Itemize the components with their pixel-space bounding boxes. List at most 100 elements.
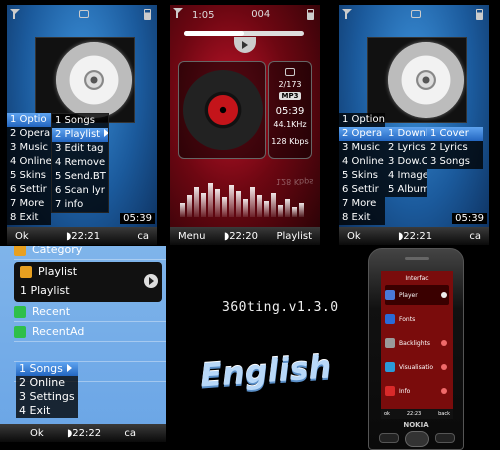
status-bar	[7, 5, 157, 23]
selected-row[interactable]: Playlist 1 Playlist	[14, 262, 162, 302]
submenu-item[interactable]: 3 Songs	[427, 155, 483, 169]
menu-item[interactable]: 4 Online	[7, 155, 51, 169]
page: { "screen1": { "time": "05:39", "menu_ma…	[0, 0, 500, 450]
submenu-item[interactable]: 2 Playlist	[52, 128, 108, 142]
submenu-item[interactable]: 1 Downl	[385, 127, 427, 141]
play-circle-icon[interactable]	[144, 274, 158, 288]
player-icon	[385, 290, 395, 300]
phone-softkeys: ok 22:23 back	[381, 409, 453, 419]
submenu-item[interactable]: 4 Image	[385, 169, 427, 183]
menu-item[interactable]: 3 Music	[7, 141, 51, 155]
list-item-label: RecentAd	[32, 325, 85, 338]
nokia-phone: Interfac Player Fonts Backlights Visuali…	[368, 248, 464, 450]
submenu-item[interactable]: 5 Album ar	[385, 183, 427, 197]
right-softkey[interactable]: Playlist	[276, 231, 312, 242]
submenu-item[interactable]: 3 Dow.C	[385, 155, 427, 169]
cd-disc-icon	[56, 42, 132, 118]
phone-nav-key[interactable]	[405, 431, 429, 447]
phone-clock: 22:23	[406, 411, 422, 417]
left-softkey[interactable]: Ok	[15, 231, 29, 242]
list-item-category[interactable]: Category	[14, 246, 166, 260]
clock: ◗22:21	[65, 230, 101, 242]
menu-item[interactable]: 8 Exit	[7, 211, 51, 225]
cd-disc-icon	[388, 42, 464, 118]
right-softkey[interactable]: ca	[124, 428, 136, 439]
menu-item[interactable]: 5 Skins	[339, 169, 385, 183]
menu-item[interactable]: 3 Settings	[16, 390, 78, 404]
progress-bar[interactable]	[184, 31, 304, 36]
menu-item[interactable]: 2 Online	[16, 376, 78, 390]
phone-menu-backlights[interactable]: Backlights	[385, 333, 449, 353]
window-icon	[285, 68, 295, 76]
left-softkey[interactable]: Ok	[30, 428, 44, 439]
fonts-icon	[385, 314, 395, 324]
screen-library-list: Category Playlist 1 Playlist Recent Rece…	[0, 246, 166, 442]
submenu-item[interactable]: 4 Remove	[52, 156, 108, 170]
phone-end-key[interactable]	[435, 433, 455, 443]
phone-menu-info[interactable]: Info	[385, 381, 449, 401]
menu-item[interactable]: 1 Optio	[7, 113, 51, 127]
menu-item[interactable]: 6 Settir	[7, 183, 51, 197]
menu-item[interactable]: 5 Skins	[7, 169, 51, 183]
list-item-recent[interactable]: Recent	[14, 302, 166, 322]
softkey-bar: Ok ◗22:21 ca	[339, 227, 489, 245]
menu-item[interactable]: 1 Options	[339, 113, 385, 127]
status-time: 1:05	[176, 7, 214, 21]
submenu-item[interactable]: 5 Send.BT	[52, 170, 108, 184]
submenu-item[interactable]: 2 Lyrics	[427, 141, 483, 155]
phone-speaker	[405, 257, 429, 260]
list-item-label: Category	[32, 246, 83, 256]
phone-brand: NOKIA	[403, 421, 429, 429]
menu-item[interactable]: 2 Opera	[7, 127, 51, 141]
menu-item[interactable]: 1 Songs	[16, 362, 78, 376]
left-softkey[interactable]: Menu	[178, 231, 205, 242]
menu-item[interactable]: 2 Opera	[339, 127, 385, 141]
softkey-bar: Ok ◗22:22 ca	[0, 424, 166, 442]
phone-header: Interfac	[405, 275, 429, 282]
phone-call-key[interactable]	[379, 433, 399, 443]
right-softkey[interactable]: ca	[469, 231, 481, 242]
menu-item[interactable]: 4 Exit	[16, 404, 78, 418]
menu-item[interactable]: 3 Music	[339, 141, 385, 155]
cover-submenu: 1 Cover 2 Lyrics 3 Songs	[427, 127, 483, 169]
left-softkey[interactable]: Ok	[347, 231, 361, 242]
menu-item[interactable]: 7 More	[7, 197, 51, 211]
selected-sub-item[interactable]: 1 Playlist	[20, 284, 70, 297]
menu-item[interactable]: 6 Settir	[339, 183, 385, 197]
right-softkey[interactable]: ca	[137, 231, 149, 242]
submenu-item[interactable]: 7 info	[52, 198, 108, 212]
toggle-icon	[441, 364, 447, 370]
phone-right-softkey[interactable]: back	[438, 411, 450, 417]
phone-left-softkey[interactable]: ok	[384, 411, 390, 417]
phone-item-label: Visualisatio	[399, 363, 434, 371]
menu-item[interactable]: 4 Online	[339, 155, 385, 169]
chevron-right-icon	[104, 129, 108, 137]
submenu-item[interactable]: 3 Edit tag	[52, 142, 108, 156]
vinyl-record-icon	[183, 70, 263, 150]
album-art	[35, 37, 135, 123]
submenu-item[interactable]: 2 Lyrics	[385, 141, 427, 155]
softkey-bar: Ok ◗22:21 ca	[7, 227, 157, 245]
phone-menu-visualisation[interactable]: Visualisatio	[385, 357, 449, 377]
signal-icon	[176, 7, 186, 18]
album-art	[178, 61, 266, 159]
track-info-panel: 2/173 MP3 05:39 44.1KHz 128 Kbps	[268, 61, 312, 159]
toggle-icon	[441, 292, 447, 298]
submenu-item[interactable]: 1 Cover	[427, 127, 483, 141]
clock: ◗22:20	[223, 230, 259, 242]
phone-menu-player[interactable]: Player	[385, 285, 449, 305]
submenu-item[interactable]: 6 Scan lyr	[52, 184, 108, 198]
battery-icon	[476, 8, 483, 20]
menu-item[interactable]: 7 More	[339, 197, 385, 211]
album-art	[367, 37, 467, 123]
track-number: 004	[251, 8, 271, 20]
phone-menu-fonts[interactable]: Fonts	[385, 309, 449, 329]
play-button[interactable]	[234, 37, 256, 53]
submenu-item[interactable]: 1 Songs	[52, 114, 108, 128]
version-label: 360ting.v1.3.0	[222, 300, 339, 315]
menu-item[interactable]: 8 Exit	[339, 211, 385, 225]
list-item-recentad[interactable]: RecentAd	[14, 322, 166, 342]
phone-item-label: Fonts	[399, 315, 416, 323]
list-item-playlist[interactable]: Playlist	[20, 265, 77, 278]
bitrate-reflection: 128 Kbps	[276, 177, 314, 186]
